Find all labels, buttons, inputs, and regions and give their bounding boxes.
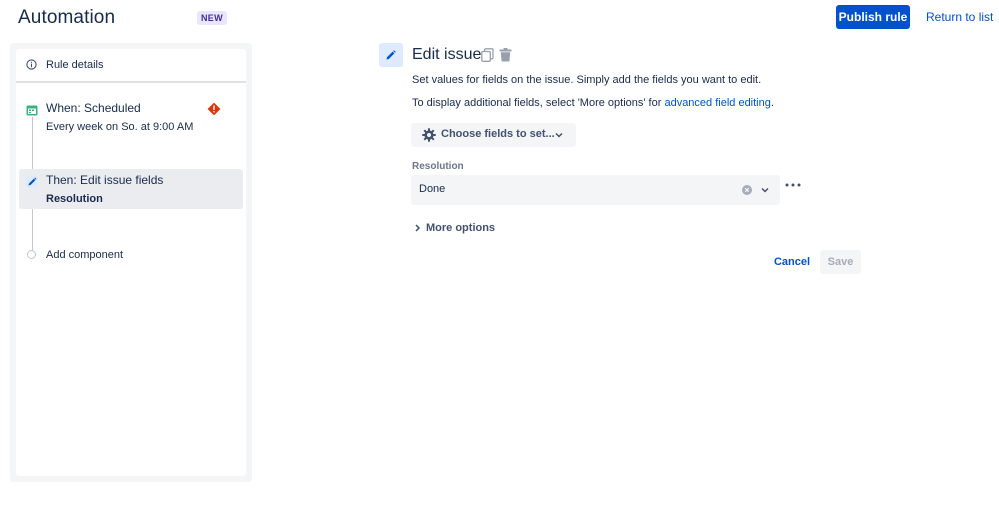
rule-sidebar: Rule details When: Scheduled Every week … — [10, 43, 252, 482]
more-options-label: More options — [426, 222, 496, 234]
cancel-button[interactable]: Cancel — [769, 251, 815, 273]
choose-fields-button[interactable]: Choose fields to set... — [411, 123, 576, 147]
return-to-list-link[interactable]: Return to list — [926, 10, 993, 24]
chevron-down-icon[interactable] — [761, 186, 769, 194]
rule-details-label: Rule details — [46, 59, 104, 71]
save-button[interactable]: Save — [820, 250, 861, 274]
add-component-dot — [27, 250, 36, 259]
action-step-field: Resolution — [46, 193, 103, 205]
page-title: Automation — [18, 7, 116, 28]
trigger-step-title: When: Scheduled — [46, 101, 141, 115]
chevron-right-icon — [415, 224, 421, 232]
calendar-icon — [26, 105, 38, 116]
error-icon — [207, 102, 221, 116]
action-step[interactable]: Then: Edit issue fields Resolution — [19, 169, 243, 209]
rule-steps-panel: Rule details When: Scheduled Every week … — [16, 49, 246, 476]
edit-issue-description: Set values for fields on the issue. Simp… — [412, 74, 762, 86]
add-component-item[interactable]: Add component — [16, 247, 246, 263]
trigger-step-schedule: Every week on So. at 9:00 AM — [46, 121, 194, 133]
advanced-editing-hint: To display additional fields, select 'Mo… — [412, 97, 774, 109]
edit-issue-title: Edit issue — [412, 46, 482, 63]
rule-details-item[interactable]: Rule details — [16, 49, 246, 83]
resolution-select[interactable]: Done — [411, 175, 780, 205]
copy-icon[interactable] — [481, 48, 494, 62]
edit-issue-badge — [379, 43, 403, 67]
action-step-title: Then: Edit issue fields — [46, 173, 164, 187]
more-options-toggle[interactable]: More options — [412, 221, 502, 235]
clear-icon[interactable] — [742, 185, 752, 195]
resolution-value: Done — [419, 183, 446, 195]
new-badge: NEW — [197, 11, 227, 25]
chevron-down-icon — [555, 132, 563, 138]
more-actions-icon[interactable] — [785, 181, 801, 189]
trigger-step[interactable]: When: Scheduled Every week on So. at 9:0… — [19, 97, 243, 147]
choose-fields-label: Choose fields to set... — [441, 128, 555, 140]
publish-rule-button[interactable]: Publish rule — [836, 5, 910, 29]
hint-text-suffix: . — [770, 97, 774, 109]
pencil-icon — [26, 176, 38, 188]
advanced-field-editing-link[interactable]: advanced field editing — [664, 97, 770, 109]
hint-text: To display additional fields, select 'Mo… — [412, 97, 665, 109]
info-icon — [26, 59, 37, 70]
pencil-icon — [386, 50, 396, 60]
resolution-field-label: Resolution — [412, 161, 464, 172]
trash-icon[interactable] — [499, 48, 512, 62]
add-component-label: Add component — [46, 249, 124, 261]
gear-icon — [422, 128, 436, 142]
